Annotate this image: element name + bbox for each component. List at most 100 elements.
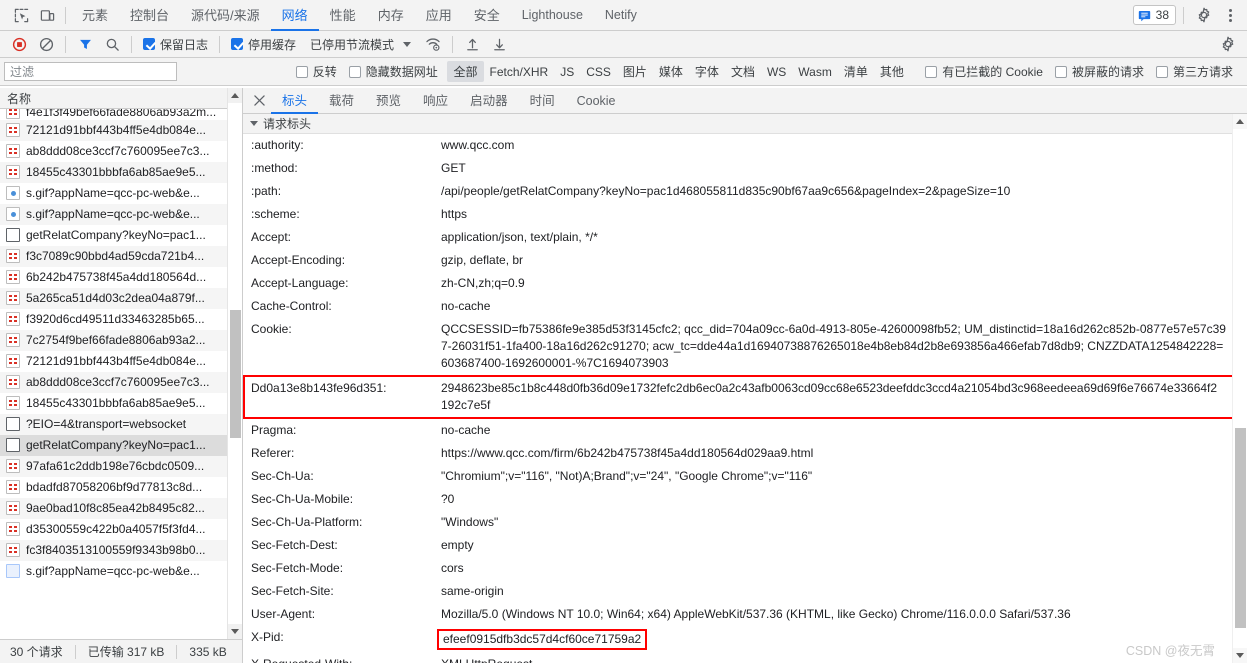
filter-type-other[interactable]: 其他 bbox=[874, 61, 910, 82]
header-value[interactable]: www.qcc.com bbox=[441, 137, 1247, 154]
request-list-item[interactable]: ?EIO=4&transport=websocket bbox=[0, 414, 242, 435]
network-conditions-icon[interactable] bbox=[420, 31, 446, 57]
header-value[interactable]: https://www.qcc.com/firm/6b242b475738f45… bbox=[441, 445, 1247, 462]
header-value[interactable]: GET bbox=[441, 160, 1247, 177]
request-list-item[interactable]: 72121d91bbf443b4ff5e4db084e... bbox=[0, 120, 242, 141]
blocked-requests-checkbox[interactable]: 被屏蔽的请求 bbox=[1049, 63, 1150, 80]
filter-type-doc[interactable]: 文档 bbox=[725, 61, 761, 82]
blocked-cookies-checkbox[interactable]: 有已拦截的 Cookie bbox=[919, 63, 1049, 80]
filter-type-css[interactable]: CSS bbox=[580, 63, 617, 81]
header-value[interactable]: ?0 bbox=[441, 491, 1247, 508]
request-list-item[interactable]: 6b242b475738f45a4dd180564d... bbox=[0, 267, 242, 288]
request-list-item[interactable]: 18455c43301bbbfa6ab85ae9e5... bbox=[0, 393, 242, 414]
scrollbar-thumb[interactable] bbox=[230, 310, 241, 438]
tab-payload[interactable]: 载荷 bbox=[318, 88, 365, 114]
tab-initiator[interactable]: 启动器 bbox=[459, 88, 519, 114]
disable-cache-checkbox[interactable]: 停用缓存 bbox=[226, 33, 301, 55]
request-list-item[interactable]: 18455c43301bbbfa6ab85ae9e5... bbox=[0, 162, 242, 183]
clear-icon[interactable] bbox=[33, 31, 59, 57]
tab-preview[interactable]: 预览 bbox=[365, 88, 412, 114]
filter-type-media[interactable]: 媒体 bbox=[653, 61, 689, 82]
header-value[interactable]: QCCSESSID=fb75386fe9e385d53f3145cfc2; qc… bbox=[441, 321, 1247, 372]
request-list-item[interactable]: d35300559c422b0a4057f5f3fd4... bbox=[0, 519, 242, 540]
inspect-element-icon[interactable] bbox=[8, 2, 34, 28]
tab-headers[interactable]: 标头 bbox=[271, 88, 318, 114]
header-value[interactable]: zh-CN,zh;q=0.9 bbox=[441, 275, 1247, 292]
header-value[interactable]: 2948623be85c1b8c448d0fb36d09e1732fefc2db… bbox=[441, 380, 1237, 414]
filter-type-font[interactable]: 字体 bbox=[689, 61, 725, 82]
request-list-item[interactable]: fc3f8403513100559f9343b98b0... bbox=[0, 540, 242, 561]
filter-type-img[interactable]: 图片 bbox=[617, 61, 653, 82]
issues-badge[interactable]: 38 bbox=[1132, 5, 1176, 25]
scroll-up-arrow-icon[interactable] bbox=[228, 88, 242, 103]
filter-type-all[interactable]: 全部 bbox=[447, 61, 484, 82]
request-list-item[interactable]: ab8ddd08ce3ccf7c760095ee7c3... bbox=[0, 372, 242, 393]
request-list-item[interactable]: getRelatCompany?keyNo=pac1... bbox=[0, 435, 242, 456]
close-icon[interactable] bbox=[247, 89, 271, 113]
tab-console[interactable]: 控制台 bbox=[119, 0, 180, 31]
request-list-item[interactable]: 97afa61c2ddb198e76cbdc0509... bbox=[0, 456, 242, 477]
request-list-item[interactable]: 9ae0bad10f8c85ea42b8495c82... bbox=[0, 498, 242, 519]
header-value[interactable]: XMLHttpRequest bbox=[441, 656, 1247, 663]
header-value[interactable]: efeef0915dfb3dc57d4cf60ce71759a2 bbox=[437, 629, 648, 650]
gear-icon[interactable] bbox=[1191, 2, 1217, 28]
request-list-item[interactable]: ab8ddd08ce3ccf7c760095ee7c3... bbox=[0, 141, 242, 162]
requests-scrollbar[interactable] bbox=[227, 88, 242, 639]
request-list-item[interactable]: s.gif?appName=qcc-pc-web&e... bbox=[0, 204, 242, 225]
tab-lighthouse[interactable]: Lighthouse bbox=[511, 0, 594, 31]
throttling-label[interactable]: 已停用节流模式 bbox=[310, 36, 394, 53]
header-value[interactable]: no-cache bbox=[441, 298, 1247, 315]
detail-scrollbar[interactable] bbox=[1232, 114, 1247, 663]
request-list-item[interactable]: getRelatCompany?keyNo=pac1... bbox=[0, 225, 242, 246]
filter-type-wasm[interactable]: Wasm bbox=[792, 63, 838, 81]
tab-security[interactable]: 安全 bbox=[463, 0, 511, 31]
request-list-item[interactable]: f3920d6cd49511d33463285b65... bbox=[0, 309, 242, 330]
tab-netify[interactable]: Netify bbox=[594, 0, 648, 31]
kebab-menu-icon[interactable] bbox=[1219, 4, 1241, 26]
preserve-log-checkbox[interactable]: 保留日志 bbox=[138, 33, 213, 55]
device-toolbar-icon[interactable] bbox=[34, 2, 60, 28]
scroll-up-arrow-icon[interactable] bbox=[1233, 114, 1247, 129]
header-value[interactable]: /api/people/getRelatCompany?keyNo=pac1d4… bbox=[441, 183, 1247, 200]
header-value[interactable]: Mozilla/5.0 (Windows NT 10.0; Win64; x64… bbox=[441, 606, 1247, 623]
tab-performance[interactable]: 性能 bbox=[319, 0, 367, 31]
funnel-filter-icon[interactable] bbox=[72, 31, 98, 57]
scroll-down-arrow-icon[interactable] bbox=[1233, 648, 1247, 663]
tab-application[interactable]: 应用 bbox=[415, 0, 463, 31]
tab-response[interactable]: 响应 bbox=[412, 88, 459, 114]
tab-elements[interactable]: 元素 bbox=[71, 0, 119, 31]
request-list-item[interactable]: 72121d91bbf443b4ff5e4db084e... bbox=[0, 351, 242, 372]
request-list-item[interactable]: 7c2754f9bef66fade8806ab93a2... bbox=[0, 330, 242, 351]
filter-type-manifest[interactable]: 清单 bbox=[838, 61, 874, 82]
hide-data-urls-checkbox[interactable]: 隐藏数据网址 bbox=[343, 63, 444, 80]
requests-list[interactable]: f4e1f3f49bef66fade8806ab93a2m... 72121d91… bbox=[0, 109, 242, 639]
scrollbar-thumb[interactable] bbox=[1235, 428, 1246, 628]
gear-icon[interactable] bbox=[1215, 31, 1241, 57]
request-list-item[interactable]: s.gif?appName=qcc-pc-web&e... bbox=[0, 183, 242, 204]
tab-timing[interactable]: 时间 bbox=[519, 88, 566, 114]
export-har-icon[interactable] bbox=[486, 31, 512, 57]
header-value[interactable]: "Chromium";v="116", "Not)A;Brand";v="24"… bbox=[441, 468, 1247, 485]
header-value[interactable]: "Windows" bbox=[441, 514, 1247, 531]
invert-checkbox[interactable]: 反转 bbox=[290, 63, 343, 80]
tab-sources[interactable]: 源代码/来源 bbox=[180, 0, 271, 31]
request-list-item[interactable]: f3c7089c90bbd4ad59cda721b4... bbox=[0, 246, 242, 267]
tab-cookies[interactable]: Cookie bbox=[566, 88, 627, 114]
third-party-checkbox[interactable]: 第三方请求 bbox=[1150, 63, 1239, 80]
header-value[interactable]: empty bbox=[441, 537, 1247, 554]
header-value[interactable]: same-origin bbox=[441, 583, 1247, 600]
filter-type-ws[interactable]: WS bbox=[761, 63, 792, 81]
search-icon[interactable] bbox=[99, 31, 125, 57]
filter-type-js[interactable]: JS bbox=[554, 63, 580, 81]
scroll-down-arrow-icon[interactable] bbox=[228, 624, 242, 639]
request-list-item[interactable]: f4e1f3f49bef66fade8806ab93a2m... bbox=[0, 109, 242, 120]
tab-memory[interactable]: 内存 bbox=[367, 0, 415, 31]
request-headers-section-header[interactable]: 请求标头 bbox=[243, 114, 1247, 134]
record-stop-icon[interactable] bbox=[6, 31, 32, 57]
header-value[interactable]: no-cache bbox=[441, 422, 1247, 439]
request-list-item[interactable]: 5a265ca51d4d03c2dea04a879f... bbox=[0, 288, 242, 309]
filter-type-fetch-xhr[interactable]: Fetch/XHR bbox=[484, 63, 555, 81]
header-value[interactable]: application/json, text/plain, */* bbox=[441, 229, 1247, 246]
tab-network[interactable]: 网络 bbox=[271, 0, 319, 31]
header-value[interactable]: cors bbox=[441, 560, 1247, 577]
